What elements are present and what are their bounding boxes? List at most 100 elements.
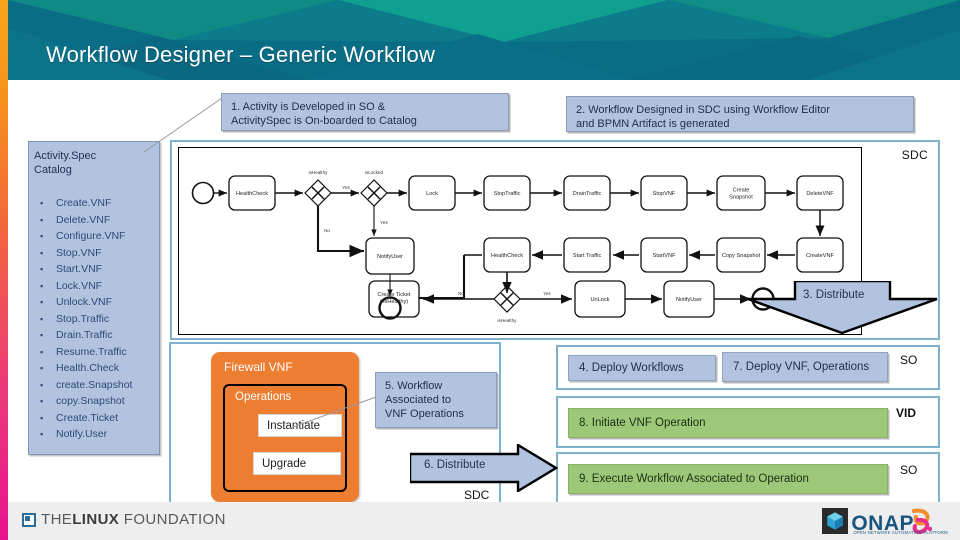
catalog-item-label: Create.Ticket bbox=[56, 411, 119, 424]
bpmn-gateway-label-1: isHealthy bbox=[309, 170, 329, 175]
bpmn-task-start-traffic: Start Traffic bbox=[573, 253, 602, 259]
operations-title: Operations bbox=[235, 391, 292, 403]
right-panel-deploy: 4. Deploy Workflows 7. Deploy VNF, Opera… bbox=[556, 345, 940, 390]
callout-step-5: 5. Workflow Associated to VNF Operations bbox=[375, 372, 497, 428]
catalog-item-label: Create.VNF bbox=[56, 197, 112, 209]
catalog-item-label: Drain.Traffic bbox=[56, 329, 113, 341]
activity-spec-catalog-panel: Activity.Spec Catalog ▪ Create.VNF ▪ Delete… bbox=[28, 141, 160, 455]
operation-item-upgrade[interactable]: Upgrade bbox=[253, 452, 341, 475]
slide-footer: THELINUX FOUNDATION ONAP OPEN NETWORK AU… bbox=[8, 502, 960, 540]
catalog-item-label: Unlock.VNF bbox=[56, 296, 113, 308]
right-panel-tag-so-2: SO bbox=[900, 463, 918, 477]
catalog-item[interactable]: ▪ Unlock.VNF bbox=[34, 294, 153, 311]
bpmn-sdc-tag: SDC bbox=[901, 148, 928, 162]
header-facets-graphic bbox=[8, 0, 960, 80]
catalog-item[interactable]: ▪ Health.Check bbox=[34, 360, 153, 377]
catalog-item-bullet-icon: ▪ bbox=[40, 247, 44, 258]
bpmn-task-unlock: UnLock bbox=[591, 297, 610, 303]
bpmn-flow-label-yes-1: Yes bbox=[342, 185, 350, 190]
step-4-deploy-workflows[interactable]: 4. Deploy Workflows bbox=[568, 355, 716, 381]
catalog-item[interactable]: ▪ Stop.Traffic bbox=[34, 311, 153, 328]
bpmn-gateway-label-2: isLocked bbox=[365, 170, 384, 175]
bpmn-task-notify-user-2: NotifyUser bbox=[676, 297, 702, 303]
catalog-item-label: Resume.Traffic bbox=[56, 345, 127, 358]
step-7-deploy-vnf-operations[interactable]: 7. Deploy VNF, Operations bbox=[722, 352, 888, 382]
catalog-item[interactable]: ▪ Delete.VNF bbox=[34, 212, 153, 229]
catalog-item-bullet-icon: ▪ bbox=[40, 396, 44, 406]
catalog-item-bullet-icon: ▪ bbox=[40, 330, 44, 340]
callout-step-5-leader-line bbox=[288, 395, 378, 431]
callout-step-1: 1. Activity is Developed in SO & Activit… bbox=[221, 93, 509, 131]
callout-step-5-line-3: VNF Operations bbox=[385, 408, 464, 420]
catalog-item-bullet-icon: ▪ bbox=[40, 214, 44, 225]
callout-step-5-line-2: Associated to bbox=[385, 394, 452, 406]
bpmn-task-create-ticket-sub: ( isHealthy) bbox=[380, 299, 408, 305]
catalog-item-bullet-icon: ▪ bbox=[40, 379, 44, 390]
distribute-step-6-label: 6. Distribute bbox=[424, 459, 486, 471]
catalog-item-label: Start.VNF bbox=[56, 263, 103, 275]
catalog-item-label: Configure.VNF bbox=[56, 230, 126, 242]
bpmn-flow-label-no-1: No bbox=[324, 228, 330, 233]
bpmn-task-copy-snapshot: Copy Snapshot bbox=[722, 253, 761, 259]
catalog-item-label: Notify.User bbox=[56, 428, 108, 440]
catalog-item[interactable]: ▪ copy.Snapshot bbox=[34, 393, 153, 410]
slide-canvas: Workflow Designer – Generic Workflow 1. … bbox=[0, 0, 960, 540]
right-panel-initiate: 8. Initiate VNF Operation bbox=[556, 396, 940, 448]
step-9-execute-workflow[interactable]: 9. Execute Workflow Associated to Operat… bbox=[568, 464, 888, 494]
catalog-item-bullet-icon: ▪ bbox=[40, 313, 44, 324]
catalog-item-bullet-icon: ▪ bbox=[40, 363, 44, 373]
catalog-item-label: Lock.VNF bbox=[56, 279, 103, 292]
callout-step-1-line-2: ActivitySpec is On-boarded to Catalog bbox=[231, 115, 417, 127]
bpmn-task-stop-traffic: StopTraffic bbox=[494, 191, 521, 197]
catalog-item-label: Stop.Traffic bbox=[56, 312, 110, 325]
catalog-item-label: copy.Snapshot bbox=[56, 395, 125, 407]
bpmn-task-create-snapshot-2: Snapshot bbox=[729, 195, 753, 201]
linux-foundation-mark-icon bbox=[22, 512, 36, 527]
bpmn-task-lock: Lock bbox=[426, 191, 438, 197]
bpmn-task-create-snapshot-1: Create bbox=[733, 188, 750, 194]
catalog-item[interactable]: ▪ Create.VNF bbox=[34, 195, 153, 212]
catalog-item[interactable]: ▪ Resume.Traffic bbox=[34, 344, 153, 361]
catalog-item-bullet-icon: ▪ bbox=[40, 346, 44, 357]
catalog-item[interactable]: ▪ Notify.User bbox=[34, 426, 153, 443]
distribute-step-3-label: 3. Distribute bbox=[803, 289, 865, 301]
catalog-item-bullet-icon: ▪ bbox=[40, 412, 44, 423]
catalog-item-label: Health.Check bbox=[56, 362, 120, 374]
catalog-item-bullet-icon: ▪ bbox=[40, 297, 44, 307]
catalog-item[interactable]: ▪ create.Snapshot bbox=[34, 377, 153, 394]
distribute-step-3-arrow: 3. Distribute bbox=[745, 279, 940, 336]
right-panel-execute: 9. Execute Workflow Associated to Operat… bbox=[556, 452, 940, 504]
catalog-item-list: ▪ Create.VNF ▪ Delete.VNF ▪ Configure.VNF ▪ Sto… bbox=[34, 195, 153, 443]
bpmn-flow-label-no-3: No bbox=[458, 291, 464, 296]
catalog-item[interactable]: ▪ Start.VNF bbox=[34, 261, 153, 278]
catalog-item-label: Delete.VNF bbox=[56, 213, 111, 226]
catalog-item-bullet-icon: ▪ bbox=[40, 280, 44, 291]
catalog-item[interactable]: ▪ Configure.VNF bbox=[34, 228, 153, 245]
catalog-item[interactable]: ▪ Lock.VNF bbox=[34, 278, 153, 295]
step-8-initiate-vnf-operation[interactable]: 8. Initiate VNF Operation bbox=[568, 408, 888, 438]
catalog-item-bullet-icon: ▪ bbox=[40, 429, 44, 439]
lf-word-the: THE bbox=[41, 511, 73, 528]
bpmn-task-create-ticket: Create Ticket bbox=[378, 292, 411, 298]
page-title: Workflow Designer – Generic Workflow bbox=[46, 42, 436, 67]
bpmn-task-stop-vnf: StopVNF bbox=[653, 191, 676, 197]
bpmn-flow-label-yes-2: Yes bbox=[380, 220, 388, 225]
slide-header: Workflow Designer – Generic Workflow bbox=[8, 0, 960, 80]
right-panel-tag-vid: VID bbox=[896, 406, 917, 420]
lf-word-linux: LINUX bbox=[72, 511, 120, 528]
bpmn-task-drain-traffic: DrainTraffic bbox=[573, 191, 602, 197]
bpmn-flow-label-yes-3: Yes bbox=[543, 291, 551, 296]
bpmn-task-health-check-1: HealthCheck bbox=[236, 191, 268, 197]
catalog-item[interactable]: ▪ Drain.Traffic bbox=[34, 327, 153, 344]
catalog-item-bullet-icon: ▪ bbox=[40, 198, 44, 208]
catalog-item[interactable]: ▪ Stop.VNF bbox=[34, 245, 153, 262]
catalog-item-bullet-icon: ▪ bbox=[40, 264, 44, 274]
catalog-item[interactable]: ▪ Create.Ticket bbox=[34, 410, 153, 427]
onap-tagline: OPEN NETWORK AUTOMATION PLATFORM bbox=[853, 530, 948, 535]
distribute-step-6-arrow: 6. Distribute bbox=[408, 442, 559, 494]
onap-hex-icon bbox=[822, 508, 849, 534]
bpmn-task-health-check-2: HealthCheck bbox=[491, 253, 523, 259]
catalog-item-label: Stop.VNF bbox=[56, 246, 102, 259]
catalog-title-line-1: Activity.Spec bbox=[34, 150, 97, 162]
catalog-title-line-2: Catalog bbox=[34, 164, 72, 176]
